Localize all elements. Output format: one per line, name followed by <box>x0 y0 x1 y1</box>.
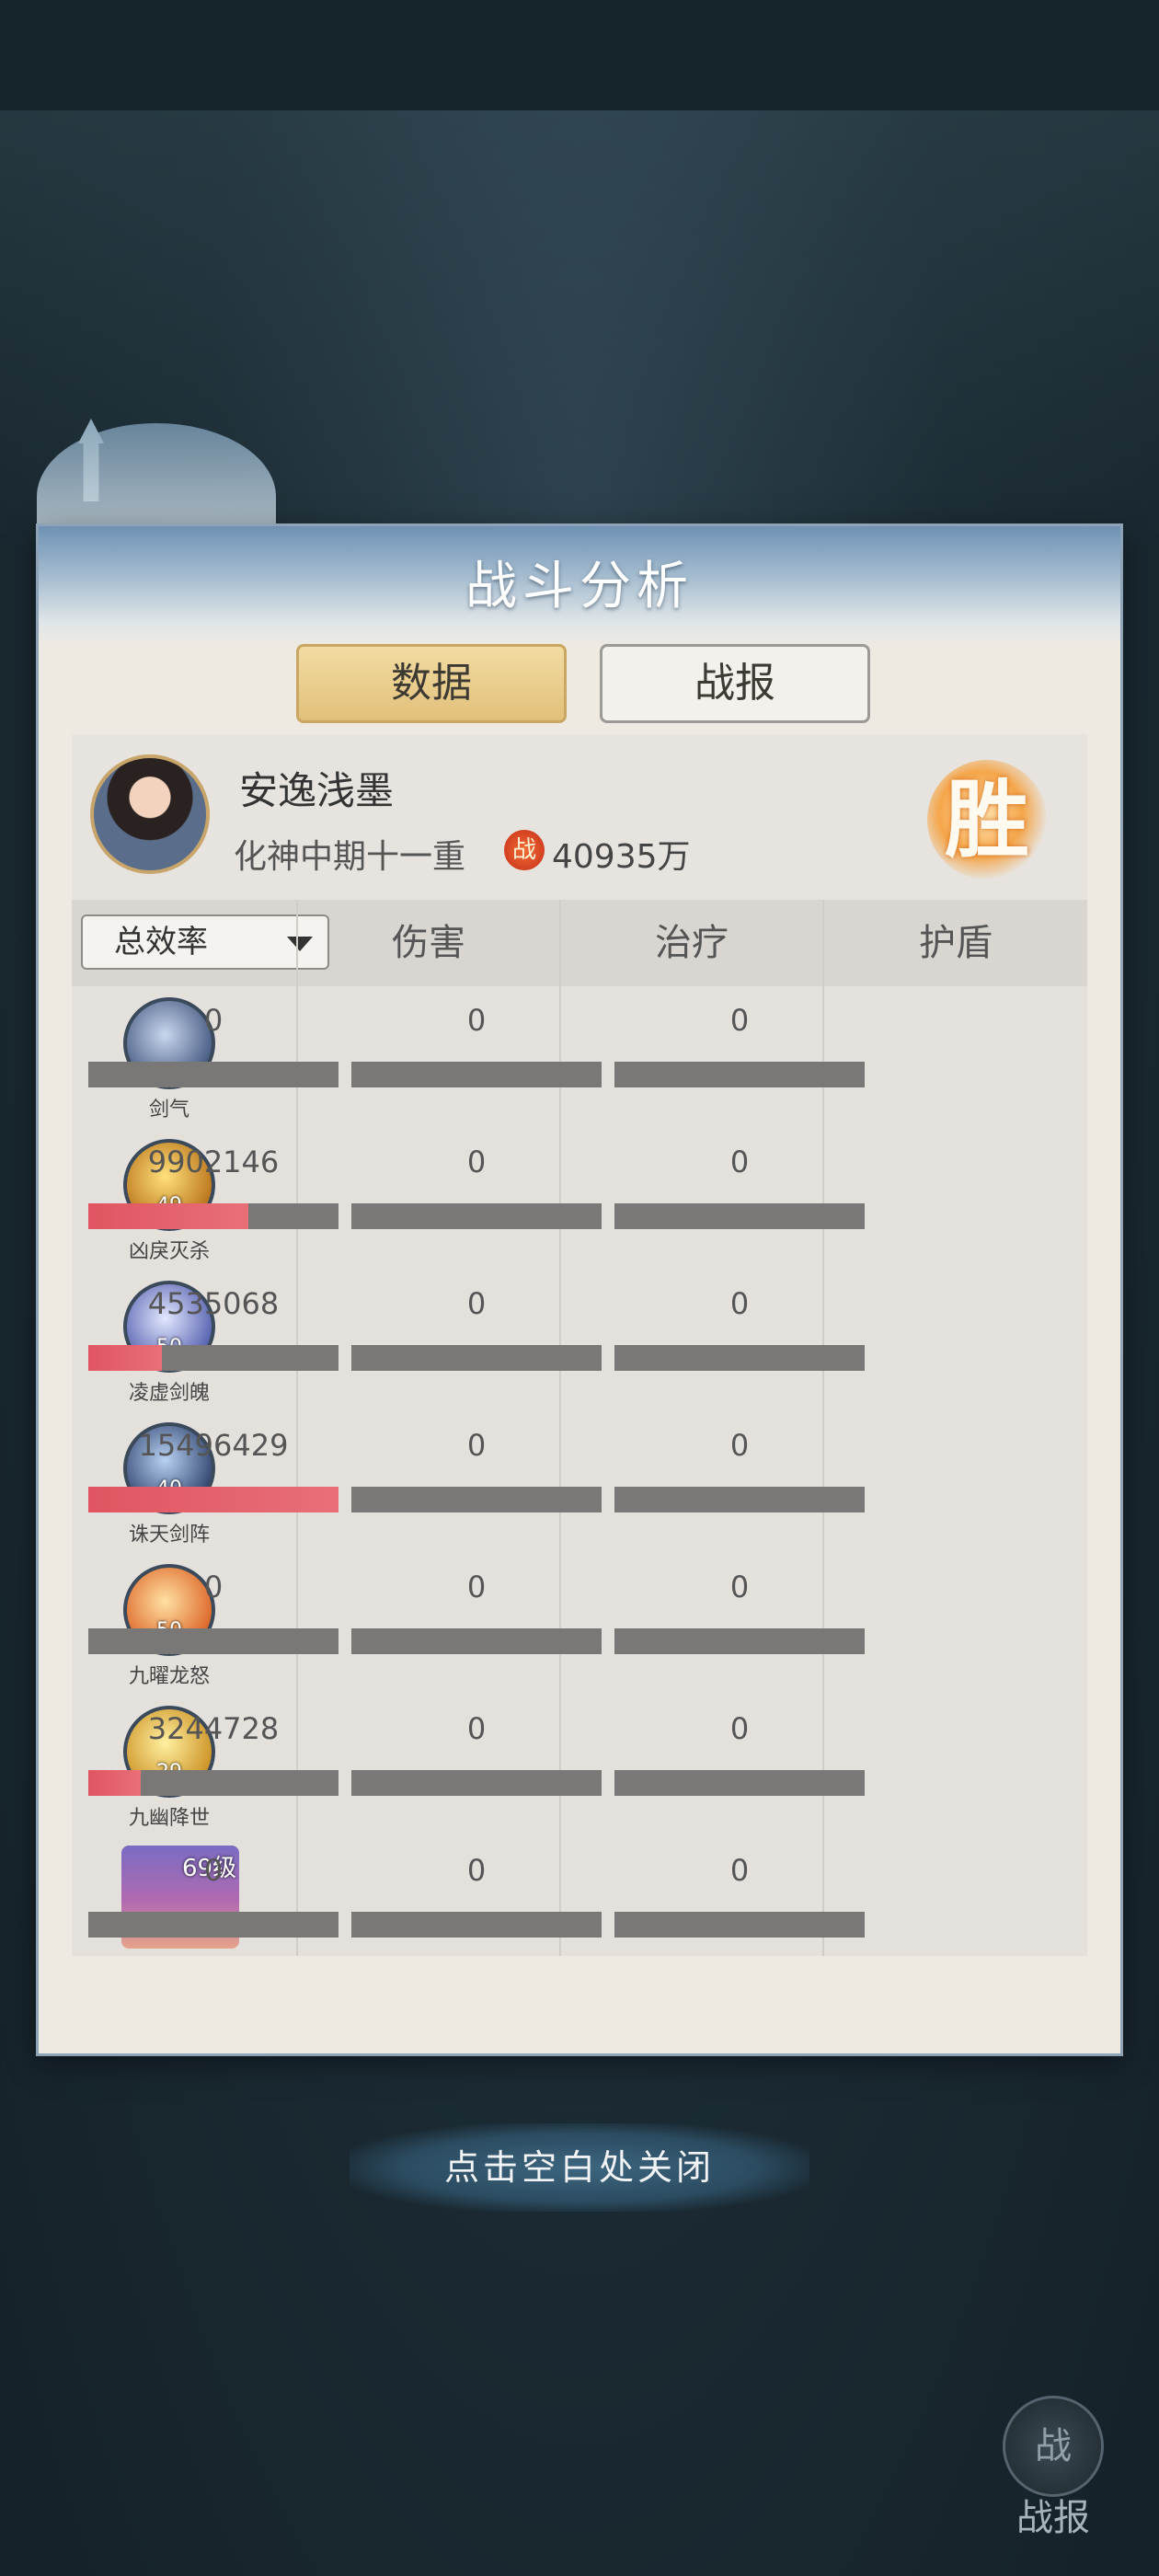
heal-bar <box>351 1345 602 1371</box>
skill-row: 49凶戾灭杀990214600 <box>72 1128 1087 1270</box>
column-header-shield: 护盾 <box>919 922 993 964</box>
damage-bar <box>88 1770 339 1796</box>
damage-bar-fill <box>88 1770 141 1796</box>
damage-bar <box>88 1628 339 1654</box>
combat-power-icon: 战 <box>504 830 545 870</box>
heal-bar <box>351 1203 602 1229</box>
damage-bar-fill <box>88 1487 339 1512</box>
damage-bar-fill <box>88 1203 248 1229</box>
heal-bar <box>351 1487 602 1512</box>
skill-row: 40诛天剑阵1549642900 <box>72 1411 1087 1553</box>
heal-value: 0 <box>466 1711 487 1746</box>
damage-bar <box>88 1345 339 1371</box>
heal-bar <box>351 1912 602 1938</box>
player-cultivation-rank: 化神中期十一重 <box>234 838 466 876</box>
shield-value: 0 <box>729 1853 750 1888</box>
panel-title: 战斗分析 <box>465 557 694 616</box>
skill-row: 29九幽降世324472800 <box>72 1695 1087 1836</box>
damage-value: 4535068 <box>147 1286 280 1321</box>
shield-bar <box>614 1770 865 1796</box>
skill-name: 剑气 <box>148 1098 189 1121</box>
efficiency-filter-dropdown[interactable]: 总效率 <box>81 914 329 970</box>
heal-value: 0 <box>466 1286 487 1321</box>
shield-bar <box>614 1062 865 1087</box>
battle-report-label: 战报 <box>1016 2497 1090 2539</box>
skill-row: 剑气 0 0 0 <box>72 986 1087 1128</box>
heal-value: 0 <box>466 1570 487 1604</box>
shield-value: 0 <box>729 1428 750 1463</box>
heal-bar <box>351 1062 602 1087</box>
player-name: 安逸浅墨 <box>239 768 395 813</box>
damage-bar <box>88 1912 339 1938</box>
skill-row: 50凌虚剑魄453506800 <box>72 1270 1087 1411</box>
battle-analysis-panel: 战斗分析 数据 战报 安逸浅墨 化神中期十一重 战 40935万 胜 总效率 伤… <box>39 526 1120 2053</box>
battle-report-button[interactable]: 战 战报 <box>993 2396 1113 2539</box>
shield-value: 0 <box>729 1286 750 1321</box>
tab-report[interactable]: 战报 <box>600 644 870 723</box>
top-bar <box>0 0 1159 110</box>
damage-value: 15496429 <box>138 1428 289 1463</box>
filter-label: 总效率 <box>114 924 208 960</box>
close-hint[interactable]: 点击空白处关闭 <box>350 2123 809 2212</box>
shield-bar <box>614 1628 865 1654</box>
shield-value: 0 <box>729 1570 750 1604</box>
shield-value: 0 <box>729 1144 750 1179</box>
heal-value: 0 <box>466 1853 487 1888</box>
heal-value: 0 <box>466 1144 487 1179</box>
damage-bar <box>88 1062 339 1087</box>
shield-bar <box>614 1912 865 1938</box>
battle-report-icon: 战 <box>1003 2396 1104 2497</box>
damage-bar <box>88 1203 339 1229</box>
combat-power-value: 40935万 <box>552 838 691 876</box>
damage-value: 0 <box>203 1853 224 1888</box>
shield-value: 0 <box>729 1711 750 1746</box>
column-header-damage: 伤害 <box>392 922 465 964</box>
damage-bar-fill <box>88 1345 162 1371</box>
pet-row: 69级 0 0 0 <box>72 1836 1087 1978</box>
skill-name: 诛天剑阵 <box>128 1524 210 1547</box>
skill-name: 九曜龙怒 <box>128 1665 210 1688</box>
heal-value: 0 <box>466 1003 487 1038</box>
tab-data[interactable]: 数据 <box>296 644 567 723</box>
heal-value: 0 <box>466 1428 487 1463</box>
shield-bar <box>614 1345 865 1371</box>
shield-value: 0 <box>729 1003 750 1038</box>
column-header-heal: 治疗 <box>655 922 729 964</box>
damage-bar <box>88 1487 339 1512</box>
damage-value: 3244728 <box>147 1711 280 1746</box>
shield-bar <box>614 1487 865 1512</box>
victory-badge: 胜 <box>927 760 1047 880</box>
damage-value: 0 <box>203 1570 224 1604</box>
player-avatar <box>90 754 210 874</box>
skill-row: 50九曜龙怒000 <box>72 1553 1087 1695</box>
skill-name: 凌虚剑魄 <box>128 1382 210 1405</box>
skill-name: 九幽降世 <box>128 1807 210 1830</box>
analysis-content: 安逸浅墨 化神中期十一重 战 40935万 胜 总效率 伤害 治疗 护盾 剑气 0… <box>72 734 1087 1956</box>
player-info: 安逸浅墨 化神中期十一重 战 40935万 胜 <box>72 734 1087 900</box>
heal-bar <box>351 1770 602 1796</box>
heal-bar <box>351 1628 602 1654</box>
skill-name: 凶戾灭杀 <box>128 1240 210 1263</box>
damage-value: 9902146 <box>147 1144 280 1179</box>
skill-stats-list: 剑气00049凶戾灭杀99021460050凌虚剑魄45350680040诛天剑… <box>72 986 1087 1978</box>
shield-bar <box>614 1203 865 1229</box>
damage-value: 0 <box>203 1003 224 1038</box>
